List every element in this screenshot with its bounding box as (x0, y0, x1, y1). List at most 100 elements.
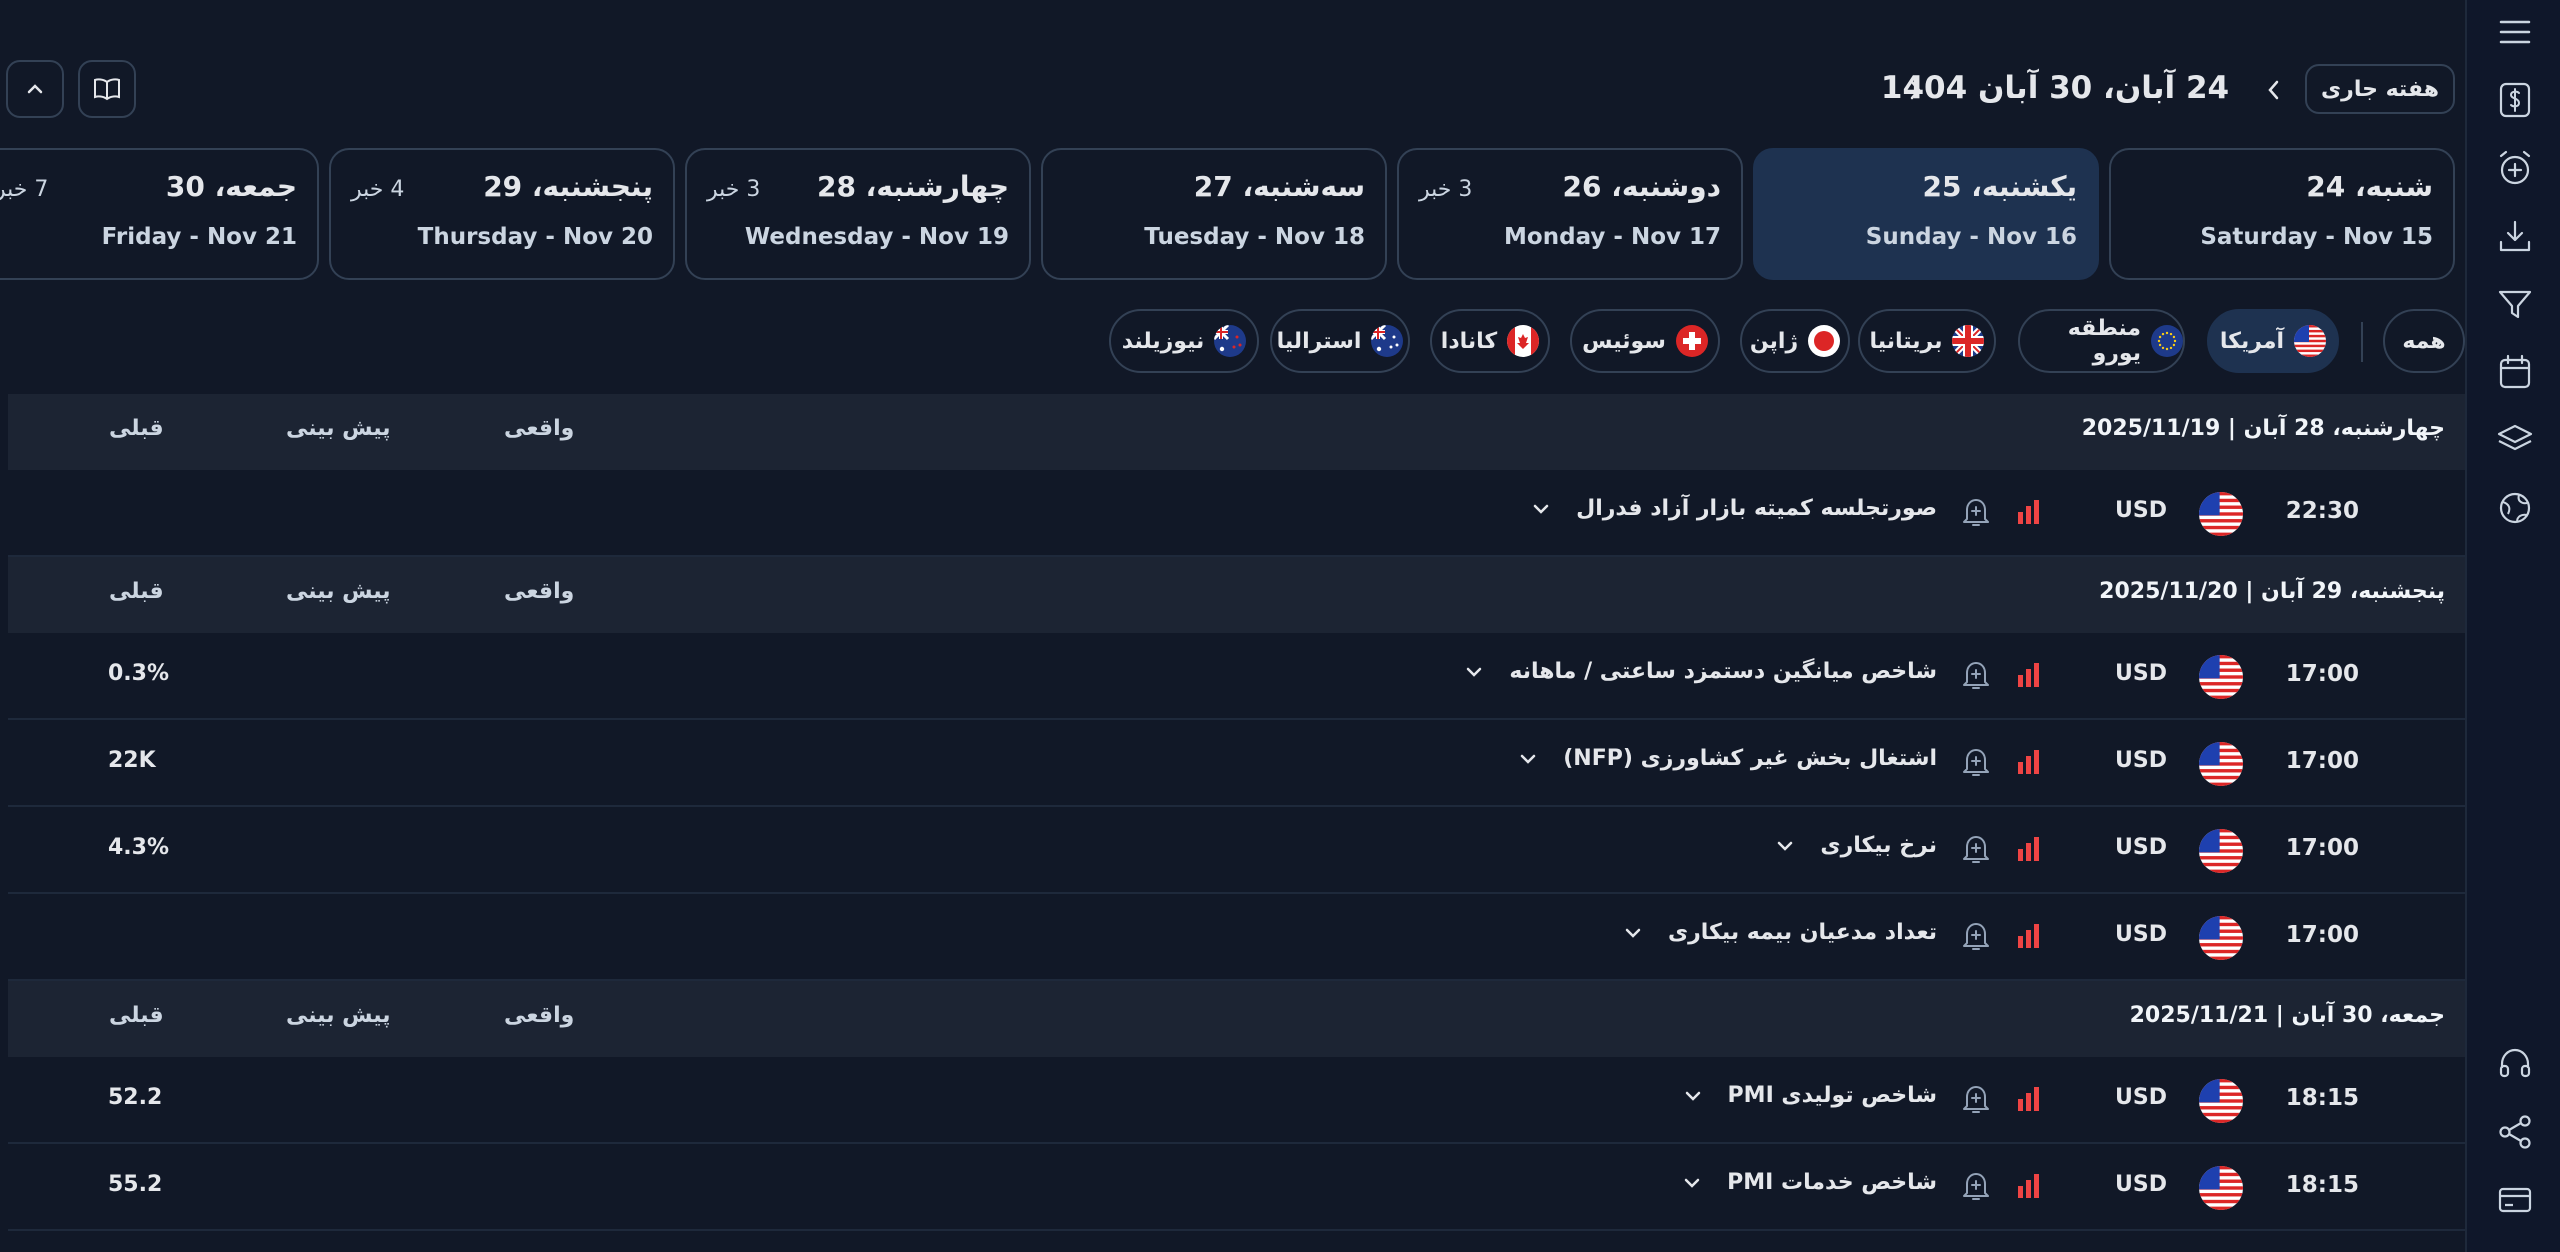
bell-add-icon[interactable] (1960, 745, 1992, 779)
collapse-button[interactable] (6, 60, 64, 118)
ca-flag-icon (1507, 325, 1540, 357)
filter-chip[interactable]: آمریکا (2207, 309, 2339, 373)
event-title-text: شاخص خدمات PMI (1727, 1170, 1937, 1195)
impact-high-icon (2018, 1087, 2039, 1111)
event-time: 22:30 (2285, 498, 2359, 524)
filter-chip[interactable]: کانادا (1430, 309, 1550, 373)
event-currency: USD (2115, 1172, 2167, 1197)
event-row[interactable]: 17:00 USD اشتغال بخش غیر کشاورزی (NFP) 22K (8, 720, 2465, 807)
day-card-subtitle: Wednesday - Nov 19 (744, 224, 1009, 250)
event-title[interactable]: صورتجلسه کمیته بازار آزاد فدرال (1530, 496, 1937, 521)
chevron-down-icon[interactable] (1517, 748, 1539, 770)
filter-chip-label: کانادا (1440, 328, 1498, 354)
event-currency: USD (2115, 498, 2167, 523)
event-row[interactable]: 17:00 USD تعداد مدعیان بیمه بیکاری (8, 894, 2465, 981)
filter-all-chip[interactable]: همه (2383, 309, 2465, 373)
date-group-header: جمعه، 30 آبان | 2025/11/21 واقعی پیش بینی ق… (8, 981, 2465, 1057)
event-currency: USD (2115, 835, 2167, 860)
day-card[interactable]: پنجشنبه، 29 Thursday - Nov 20 4 خبر (329, 148, 675, 280)
us-flag-icon (2199, 829, 2243, 873)
filter-chip[interactable]: ژاپن (1740, 309, 1850, 373)
bell-add-icon[interactable] (1960, 919, 1992, 953)
globe-icon[interactable] (2495, 488, 2535, 528)
jp-flag-icon (1808, 325, 1841, 357)
filter-chip-label: آمریکا (2219, 328, 2285, 354)
card-icon[interactable] (2495, 1180, 2535, 1220)
bell-add-icon[interactable] (1960, 1082, 1992, 1116)
download-icon[interactable] (2495, 216, 2535, 256)
filter-chip[interactable]: نیوزیلند (1109, 309, 1259, 373)
event-previous-value: 4.3% (108, 835, 170, 860)
share-icon[interactable] (2495, 1112, 2535, 1152)
filter-chip-label: ژاپن (1749, 328, 1799, 354)
column-forecast: پیش بینی (286, 1003, 391, 1028)
dollar-icon[interactable] (2495, 80, 2535, 120)
event-previous-value: 52.2 (108, 1085, 163, 1110)
event-time: 17:00 (2285, 661, 2359, 687)
day-card[interactable]: یکشنبه، 25 Sunday - Nov 16 (1753, 148, 2099, 280)
event-title-text: تعداد مدعیان بیمه بیکاری (1667, 920, 1937, 945)
us-flag-icon (2199, 1079, 2243, 1123)
impact-high-icon (2018, 837, 2039, 861)
guide-book-button[interactable] (78, 60, 136, 118)
event-row[interactable]: 17:00 USD شاخص میانگین دستمزد ساعتی / ماها… (8, 633, 2465, 720)
current-week-button[interactable]: هفته جاری (2305, 64, 2455, 114)
column-previous: قبلی (109, 416, 164, 441)
day-card-news-count: 3 خبر (1419, 177, 1473, 202)
filter-chip[interactable]: سوئیس (1570, 309, 1720, 373)
event-row[interactable]: 22:30 USD صورتجلسه کمیته بازار آزاد فدرال (8, 470, 2465, 557)
headset-icon[interactable] (2495, 1044, 2535, 1084)
day-card-subtitle: Saturday - Nov 15 (2200, 224, 2433, 250)
day-card[interactable]: سه‌شنبه، 27 Tuesday - Nov 18 (1041, 148, 1387, 280)
group-date: چهارشنبه، 28 آبان | 2025/11/19 (2081, 416, 2445, 441)
us-flag-icon (2294, 325, 2327, 357)
layers-icon[interactable] (2495, 420, 2535, 460)
menu-icon[interactable] (2495, 12, 2535, 52)
event-row[interactable]: 18:15 USD شاخص خدمات PMI 55.2 (8, 1144, 2465, 1231)
filter-icon[interactable] (2495, 284, 2535, 324)
filter-chip[interactable]: منطقه یورو (2018, 309, 2185, 373)
calendar-icon[interactable] (2495, 352, 2535, 392)
event-title[interactable]: شاخص تولیدی PMI (1682, 1083, 1937, 1108)
event-time: 18:15 (2285, 1172, 2359, 1198)
chevron-down-icon[interactable] (1681, 1172, 1703, 1194)
main-panel: هفته جاری 24 آبان، 30 آبان 1404 شنبه، 24… (0, 0, 2465, 1252)
bell-add-icon[interactable] (1960, 658, 1992, 692)
event-time: 17:00 (2285, 835, 2359, 861)
bell-add-icon[interactable] (1960, 495, 1992, 529)
day-card[interactable]: چهارشنبه، 28 Wednesday - Nov 19 3 خبر (685, 148, 1031, 280)
column-forecast: پیش بینی (286, 416, 391, 441)
event-time: 18:15 (2285, 1085, 2359, 1111)
next-week-arrow-icon[interactable] (1902, 76, 1928, 104)
event-previous-value: 0.3% (108, 661, 170, 686)
group-date: پنجشنبه، 29 آبان | 2025/11/20 (2099, 579, 2445, 604)
event-currency: USD (2115, 922, 2167, 947)
bell-add-icon[interactable] (1960, 1169, 1992, 1203)
filter-chip[interactable]: بریتانیا (1858, 309, 1996, 373)
alarm-add-icon[interactable] (2495, 148, 2535, 188)
chevron-down-icon[interactable] (1774, 835, 1796, 857)
event-title[interactable]: شاخص خدمات PMI (1681, 1170, 1937, 1195)
day-card-title: سه‌شنبه، 27 (1193, 170, 1365, 203)
filter-divider (2361, 322, 2363, 362)
bell-add-icon[interactable] (1960, 832, 1992, 866)
day-card[interactable]: دوشنبه، 26 Monday - Nov 17 3 خبر (1397, 148, 1743, 280)
event-title-text: شاخص میانگین دستمزد ساعتی / ماهانه (1509, 659, 1937, 684)
event-title[interactable]: تعداد مدعیان بیمه بیکاری (1622, 920, 1937, 945)
event-title[interactable]: شاخص میانگین دستمزد ساعتی / ماهانه (1463, 659, 1937, 684)
day-card[interactable]: شنبه، 24 Saturday - Nov 15 (2109, 148, 2455, 280)
event-time: 17:00 (2285, 748, 2359, 774)
column-actual: واقعی (504, 416, 575, 441)
event-title[interactable]: اشتغال بخش غیر کشاورزی (NFP) (1517, 746, 1937, 771)
event-row[interactable]: 17:00 USD نرخ بیکاری 4.3% (8, 807, 2465, 894)
chevron-down-icon[interactable] (1682, 1085, 1704, 1107)
event-row[interactable]: 18:15 USD شاخص تولیدی PMI 52.2 (8, 1057, 2465, 1144)
day-card[interactable]: جمعه، 30 Friday - Nov 21 7 خبر (0, 148, 319, 280)
chevron-down-icon[interactable] (1622, 922, 1644, 944)
event-title[interactable]: نرخ بیکاری (1774, 833, 1937, 858)
filter-chip[interactable]: استرالیا (1270, 309, 1410, 373)
chevron-down-icon[interactable] (1463, 661, 1485, 683)
event-previous-value: 22K (108, 748, 156, 773)
chevron-down-icon[interactable] (1530, 498, 1552, 520)
day-card-subtitle: Friday - Nov 21 (101, 224, 297, 250)
